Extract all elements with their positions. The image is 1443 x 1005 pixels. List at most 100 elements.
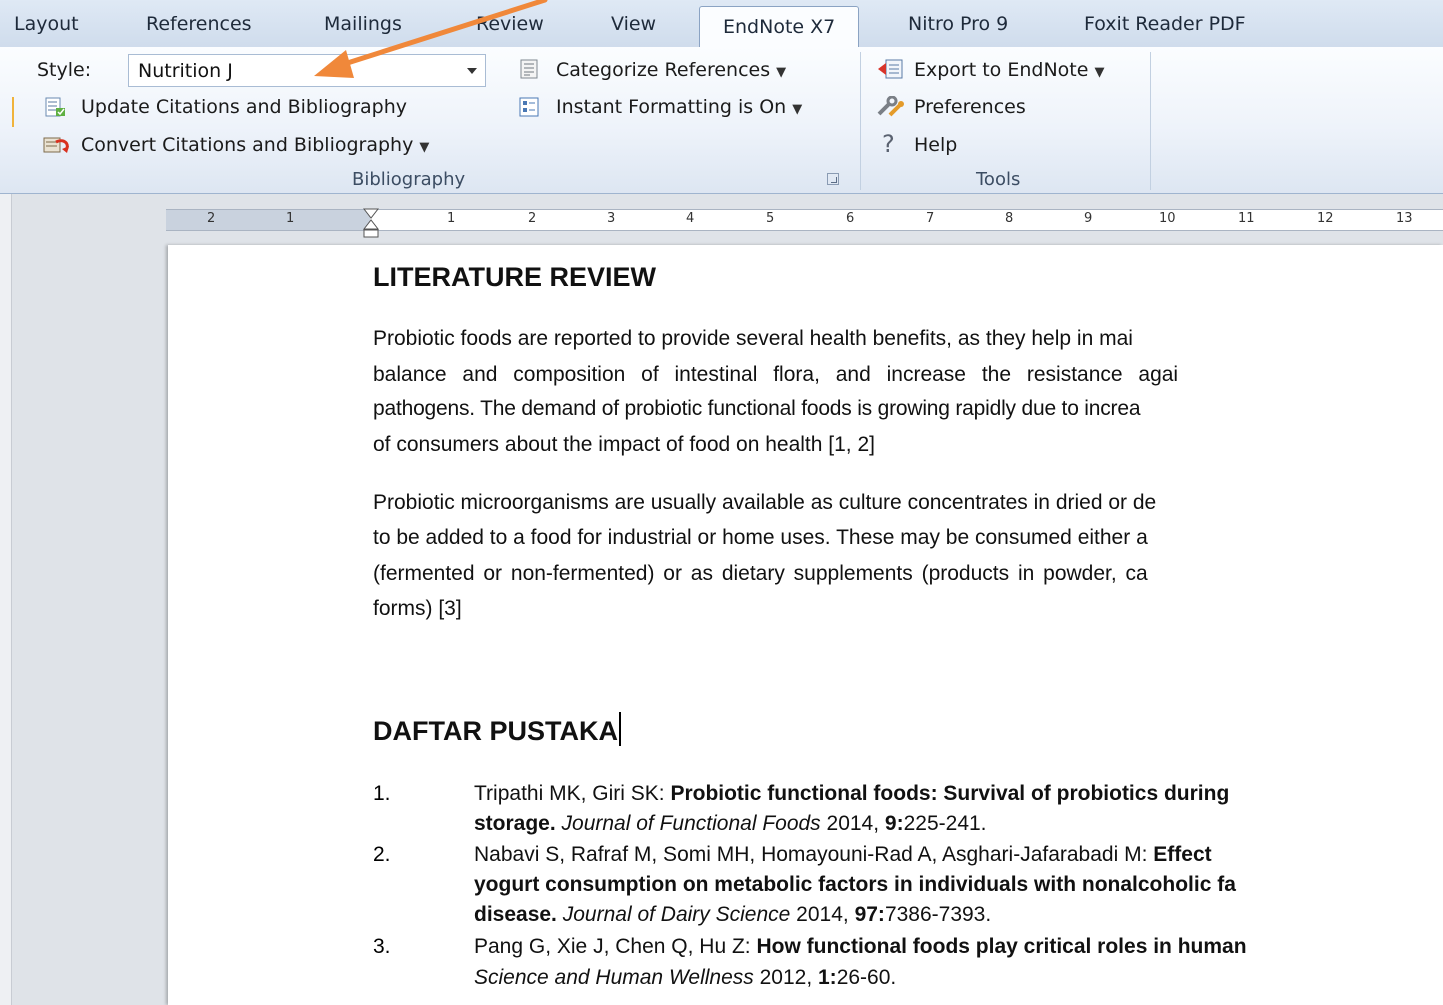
reference-line: disease. Journal of Dairy Science 2014, … — [474, 903, 991, 927]
tab-references[interactable]: References — [146, 13, 252, 35]
reference-pages: 26-60. — [836, 966, 897, 989]
ruler-number: 2 — [528, 211, 537, 226]
paragraph-line: balance and composition of intestinal fl… — [373, 363, 1179, 386]
indent-marker-icon[interactable] — [362, 203, 380, 239]
reference-number: 1. — [373, 782, 391, 805]
reference-number: 2. — [373, 843, 391, 866]
reference-year: 2014, — [790, 903, 855, 926]
ruler-number: 1 — [286, 211, 295, 226]
reference-line: storage. Journal of Functional Foods 201… — [474, 812, 987, 836]
instant-formatting-button[interactable]: Instant Formatting is On ▼ — [556, 96, 802, 118]
tab-mailings[interactable]: Mailings — [324, 13, 402, 35]
heading-daftar-pustaka: DAFTAR PUSTAKA — [373, 712, 621, 747]
paragraph-line: Probiotic foods are reported to provide … — [373, 327, 1133, 350]
convert-citations-icon — [43, 137, 69, 153]
paragraph-line: Probiotic microorganisms are usually ava… — [373, 491, 1157, 514]
dropdown-arrow-icon: ▼ — [792, 102, 803, 117]
paragraph-line: of consumers about the impact of food on… — [373, 433, 875, 456]
help-icon: ? — [882, 130, 895, 158]
reference-title: Effect — [1153, 843, 1212, 866]
ruler-number: 4 — [686, 211, 695, 226]
heading-literature-review: LITERATURE REVIEW — [373, 262, 656, 292]
reference-journal: Journal of Dairy Science — [562, 903, 791, 926]
ruler-left-margin — [166, 210, 370, 230]
convert-citations-label: Convert Citations and Bibliography — [81, 134, 414, 156]
export-to-endnote-label: Export to EndNote — [914, 59, 1089, 81]
ruler-number: 5 — [766, 211, 775, 226]
paragraph-line: pathogens. The demand of probiotic funct… — [373, 397, 1141, 420]
dialog-launcher-icon[interactable] — [827, 173, 839, 185]
text-cursor — [618, 712, 621, 746]
dropdown-arrow-icon: ▼ — [419, 140, 430, 155]
reference-title: How functional foods play critical roles… — [756, 935, 1247, 958]
tab-endnote-x7-label: EndNote X7 — [723, 16, 836, 38]
ruler-number: 8 — [1005, 211, 1014, 226]
group-separator — [1150, 52, 1151, 190]
categorize-references-button[interactable]: Categorize References ▼ — [556, 59, 786, 81]
ruler-number: 2 — [207, 211, 216, 226]
reference-volume: 97: — [854, 903, 885, 926]
export-to-endnote-icon — [878, 59, 903, 79]
bibliography-group-label: Bibliography — [352, 169, 466, 190]
style-combobox[interactable]: Nutrition J — [128, 54, 486, 87]
ruler-number: 1 — [447, 211, 456, 226]
paragraph-line: forms) [3] — [373, 597, 462, 620]
ruler-number: 13 — [1396, 211, 1413, 226]
convert-citations-button[interactable]: Convert Citations and Bibliography ▼ — [81, 134, 429, 156]
tab-review[interactable]: Review — [476, 13, 544, 35]
reference-authors: Nabavi S, Rafraf M, Somi MH, Homayouni-R… — [474, 843, 1154, 866]
reference-line: Science and Human Wellness 2012, 1:26-60… — [474, 966, 896, 990]
reference-pages: 7386-7393. — [884, 903, 992, 926]
reference-line: Nabavi S, Rafraf M, Somi MH, Homayouni-R… — [474, 843, 1212, 867]
reference-journal: Science and Human Wellness — [474, 966, 754, 989]
tab-nitro-pro-9[interactable]: Nitro Pro 9 — [908, 13, 1008, 35]
dropdown-arrow-icon: ▼ — [1094, 65, 1105, 80]
export-to-endnote-button[interactable]: Export to EndNote ▼ — [914, 59, 1104, 81]
reference-pages: 225-241. — [903, 812, 987, 835]
paragraph-line: (fermented or non-fermented) or as dieta… — [373, 562, 1148, 585]
style-value: Nutrition J — [138, 60, 233, 82]
reference-journal: Journal of Functional Foods — [561, 812, 821, 835]
ruler-number: 3 — [607, 211, 616, 226]
reference-year: 2014, — [820, 812, 885, 835]
ruler-number: 6 — [846, 211, 855, 226]
help-button[interactable]: Help — [914, 134, 957, 156]
reference-volume: 9: — [884, 812, 904, 835]
categorize-references-label: Categorize References — [556, 59, 771, 81]
reference-line: Pang G, Xie J, Chen Q, Hu Z: How functio… — [474, 935, 1247, 959]
tools-group-label: Tools — [976, 169, 1021, 190]
ruler-number: 11 — [1238, 211, 1255, 226]
ruler-number: 10 — [1159, 211, 1176, 226]
update-citations-button[interactable]: Update Citations and Bibliography — [81, 96, 407, 118]
group-separator — [860, 52, 861, 190]
ruler-number: 7 — [926, 211, 935, 226]
categorize-references-icon — [520, 59, 538, 79]
instant-formatting-label: Instant Formatting is On — [556, 96, 787, 118]
preferences-icon — [877, 96, 904, 117]
tab-endnote-x7[interactable]: EndNote X7 — [699, 6, 860, 47]
chevron-down-icon[interactable] — [467, 68, 477, 74]
reference-authors: Pang G, Xie J, Chen Q, Hu Z: — [474, 935, 757, 958]
tab-layout[interactable]: Layout — [14, 13, 79, 35]
reference-title: yogurt consumption on metabolic factors … — [474, 873, 1236, 896]
ribbon-tab-strip: Layout References Mailings Review View E… — [0, 0, 1443, 48]
ruler-number: 9 — [1084, 211, 1093, 226]
reference-title: disease. — [474, 903, 563, 926]
left-edge-marker — [0, 97, 14, 127]
left-scroll-strip — [0, 194, 12, 1005]
dropdown-arrow-icon: ▼ — [776, 65, 787, 80]
heading-daftar-pustaka-text: DAFTAR PUSTAKA — [373, 716, 618, 746]
horizontal-ruler[interactable]: 2 1 1 2 3 4 5 6 7 8 9 10 11 12 13 — [166, 209, 1443, 231]
style-label: Style: — [37, 59, 92, 81]
ruler-number: 12 — [1317, 211, 1334, 226]
update-citations-icon — [45, 97, 65, 117]
tab-foxit-reader-pdf[interactable]: Foxit Reader PDF — [1084, 13, 1246, 35]
tab-view[interactable]: View — [611, 13, 656, 35]
reference-year: 2012, — [753, 966, 818, 989]
preferences-button[interactable]: Preferences — [914, 96, 1026, 118]
reference-authors: Tripathi MK, Giri SK: — [474, 782, 671, 805]
instant-formatting-icon — [519, 97, 539, 117]
reference-volume: 1: — [818, 966, 837, 989]
paragraph-line: to be added to a food for industrial or … — [373, 526, 1148, 549]
reference-line: Tripathi MK, Giri SK: Probiotic function… — [474, 782, 1229, 806]
